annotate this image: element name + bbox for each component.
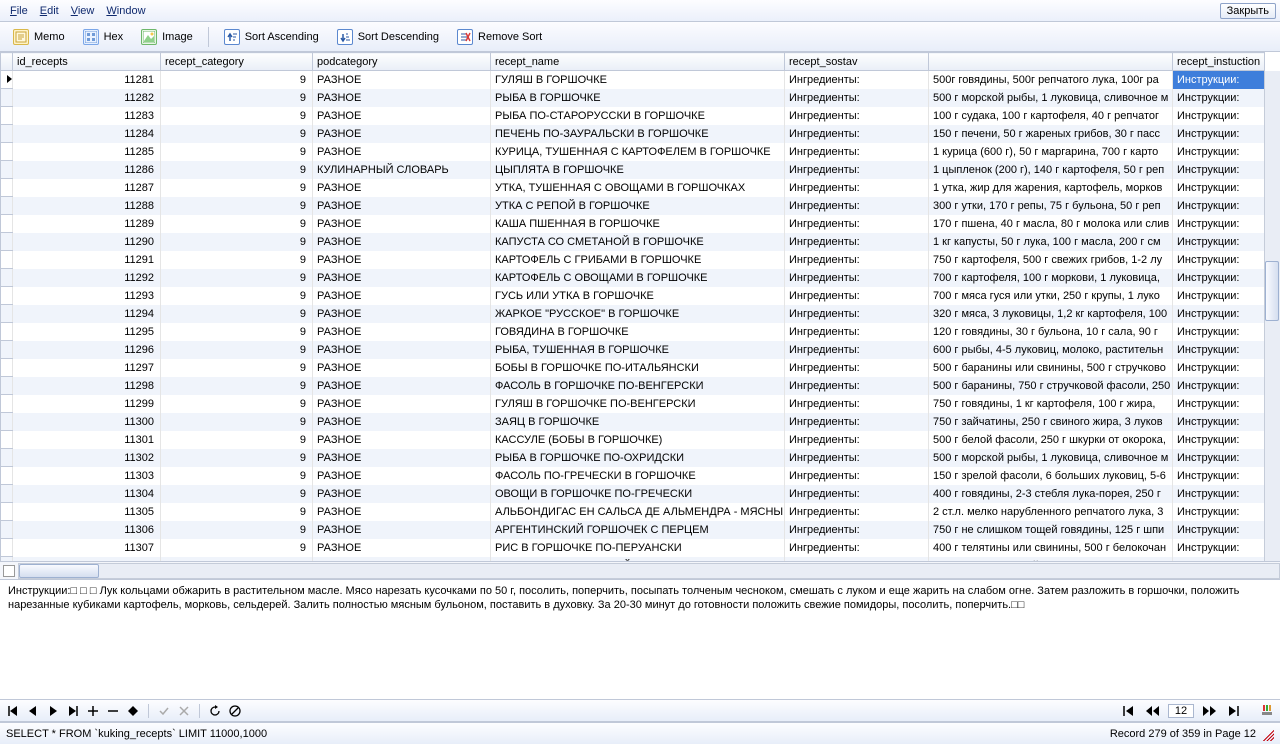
table-row[interactable]: 112889РАЗНОЕУТКА С РЕПОЙ В ГОРШОЧКЕИнгре… [1, 197, 1265, 215]
table-row[interactable]: 113009РАЗНОЕЗАЯЦ В ГОРШОЧКЕИнгредиенты:7… [1, 413, 1265, 431]
menu-window[interactable]: Window [100, 3, 151, 19]
statusbar: SELECT * FROM `kuking_recepts` LIMIT 110… [0, 722, 1280, 744]
table-row[interactable]: 112819РАЗНОЕГУЛЯШ В ГОРШОЧКЕИнгредиенты:… [1, 71, 1265, 89]
table-row[interactable]: 112859РАЗНОЕКУРИЦА, ТУШЕННАЯ С КАРТОФЕЛЕ… [1, 143, 1265, 161]
table-row[interactable]: 112909РАЗНОЕКАПУСТА СО СМЕТАНОЙ В ГОРШОЧ… [1, 233, 1265, 251]
sort-asc-label: Sort Ascending [245, 31, 319, 43]
table-row[interactable]: 112929РАЗНОЕКАРТОФЕЛЬ С ОВОЩАМИ В ГОРШОЧ… [1, 269, 1265, 287]
column-header[interactable]: recept_instuction [1173, 53, 1265, 71]
table-row[interactable]: 112879РАЗНОЕУТКА, ТУШЕННАЯ С ОВОЩАМИ В Г… [1, 179, 1265, 197]
menu-edit[interactable]: Edit [34, 3, 65, 19]
remove-sort-icon [457, 29, 473, 45]
memo-icon [13, 29, 29, 45]
table-row[interactable]: 113069РАЗНОЕАРГЕНТИНСКИЙ ГОРШОЧЕК С ПЕРЦ… [1, 521, 1265, 539]
column-header[interactable]: recept_sostav [785, 53, 929, 71]
toolbar-separator [208, 27, 209, 47]
table-row[interactable]: 112959РАЗНОЕГОВЯДИНА В ГОРШОЧКЕИнгредиен… [1, 323, 1265, 341]
table-row[interactable]: 113039РАЗНОЕФАСОЛЬ ПО-ГРЕЧЕСКИ В ГОРШОЧК… [1, 467, 1265, 485]
settings-icon[interactable] [1260, 704, 1274, 718]
menu-view[interactable]: View [65, 3, 101, 19]
grid-corner-button[interactable] [3, 565, 15, 577]
sort-asc-icon [224, 29, 240, 45]
image-button[interactable]: Image [134, 25, 200, 49]
menubar: File Edit View Window Закрыть [0, 0, 1280, 22]
nav-next-button[interactable] [46, 704, 60, 718]
table-row[interactable]: 112999РАЗНОЕГУЛЯШ В ГОРШОЧКЕ ПО-ВЕНГЕРСК… [1, 395, 1265, 413]
page-first-button[interactable] [1120, 703, 1138, 719]
sort-desc-label: Sort Descending [358, 31, 439, 43]
page-number-input[interactable] [1168, 704, 1194, 718]
table-row[interactable]: 113079РАЗНОЕРИС В ГОРШОЧКЕ ПО-ПЕРУАНСКИИ… [1, 539, 1265, 557]
page-prev-button[interactable] [1144, 703, 1162, 719]
table-row[interactable]: 112939РАЗНОЕГУСЬ ИЛИ УТКА В ГОРШОЧКЕИнгр… [1, 287, 1265, 305]
table-row[interactable]: 112869КУЛИНАРНЫЙ СЛОВАРЬЦЫПЛЯТА В ГОРШОЧ… [1, 161, 1265, 179]
memo-label: Memo [34, 31, 65, 43]
column-header[interactable]: recept_category [161, 53, 313, 71]
nav-edit-button[interactable] [126, 704, 140, 718]
data-grid[interactable]: id_receptsrecept_categorypodcategoryrece… [0, 52, 1280, 562]
record-navigator [0, 700, 1280, 722]
nav-post-button[interactable] [157, 704, 171, 718]
resize-grip-icon[interactable] [1260, 727, 1274, 741]
table-row[interactable]: 113029РАЗНОЕРЫБА В ГОРШОЧКЕ ПО-ОХРИДСКИИ… [1, 449, 1265, 467]
horizontal-scrollbar-row [0, 562, 1280, 580]
detail-text: Инструкции:□ □ □ Лук кольцами обжарить в… [8, 585, 1239, 611]
table-row[interactable]: 112979РАЗНОЕБОБЫ В ГОРШОЧКЕ ПО-ИТАЛЬЯНСК… [1, 359, 1265, 377]
table-row[interactable]: 112969РАЗНОЕРЫБА, ТУШЕННАЯ В ГОРШОЧКЕИнг… [1, 341, 1265, 359]
page-last-button[interactable] [1224, 703, 1242, 719]
remove-sort-button[interactable]: Remove Sort [450, 25, 549, 49]
menu-file[interactable]: File [4, 3, 34, 19]
sort-desc-icon [337, 29, 353, 45]
nav-first-button[interactable] [6, 704, 20, 718]
nav-prev-button[interactable] [26, 704, 40, 718]
column-header[interactable]: recept_name [491, 53, 785, 71]
table-row[interactable]: 112839РАЗНОЕРЫБА ПО-СТАРОРУССКИ В ГОРШОЧ… [1, 107, 1265, 125]
hex-label: Hex [104, 31, 124, 43]
nav-add-button[interactable] [86, 704, 100, 718]
nav-cancel-button[interactable] [177, 704, 191, 718]
table-row[interactable]: 113089РАЗНОЕПЕЛЬМЕНИ С ПЕЧЕНКОЙ В ГОРШОЧ… [1, 557, 1265, 563]
table-row[interactable]: 112919РАЗНОЕКАРТОФЕЛЬ С ГРИБАМИ В ГОРШОЧ… [1, 251, 1265, 269]
table-row[interactable]: 112949РАЗНОЕЖАРКОЕ "РУССКОЕ" В ГОРШОЧКЕИ… [1, 305, 1265, 323]
close-button[interactable]: Закрыть [1220, 3, 1276, 19]
nav-stop-button[interactable] [228, 704, 242, 718]
toolbar: Memo Hex Image Sort Ascending Sort Desce… [0, 22, 1280, 52]
table-row[interactable]: 113049РАЗНОЕОВОЩИ В ГОРШОЧКЕ ПО-ГРЕЧЕСКИ… [1, 485, 1265, 503]
nav-delete-button[interactable] [106, 704, 120, 718]
table-row[interactable]: 112989РАЗНОЕФАСОЛЬ В ГОРШОЧКЕ ПО-ВЕНГЕРС… [1, 377, 1265, 395]
nav-last-button[interactable] [66, 704, 80, 718]
remove-sort-label: Remove Sort [478, 31, 542, 43]
sort-asc-button[interactable]: Sort Ascending [217, 25, 326, 49]
image-icon [141, 29, 157, 45]
hex-icon [83, 29, 99, 45]
table-row[interactable]: 112829РАЗНОЕРЫБА В ГОРШОЧКЕИнгредиенты:5… [1, 89, 1265, 107]
table-row[interactable]: 113019РАЗНОЕКАССУЛЕ (БОБЫ В ГОРШОЧКЕ)Инг… [1, 431, 1265, 449]
page-next-button[interactable] [1200, 703, 1218, 719]
vertical-scrollbar[interactable] [1264, 71, 1280, 561]
table-row[interactable]: 112849РАЗНОЕПЕЧЕНЬ ПО-ЗАУРАЛЬСКИ В ГОРШО… [1, 125, 1265, 143]
status-query: SELECT * FROM `kuking_recepts` LIMIT 110… [6, 728, 267, 740]
memo-button[interactable]: Memo [6, 25, 72, 49]
table-row[interactable]: 113059РАЗНОЕАЛЬБОНДИГАС ЕН САЛЬСА ДЕ АЛЬ… [1, 503, 1265, 521]
horizontal-scrollbar[interactable] [18, 563, 1280, 579]
column-header[interactable]: id_recepts [13, 53, 161, 71]
hex-button[interactable]: Hex [76, 25, 131, 49]
column-header[interactable]: podcategory [313, 53, 491, 71]
sort-desc-button[interactable]: Sort Descending [330, 25, 446, 49]
nav-refresh-button[interactable] [208, 704, 222, 718]
status-record: Record 279 of 359 in Page 12 [1110, 728, 1256, 740]
detail-pane: Инструкции:□ □ □ Лук кольцами обжарить в… [0, 580, 1280, 700]
table-row[interactable]: 112899РАЗНОЕКАША ПШЕННАЯ В ГОРШОЧКЕИнгре… [1, 215, 1265, 233]
column-header[interactable] [929, 53, 1173, 71]
image-label: Image [162, 31, 193, 43]
